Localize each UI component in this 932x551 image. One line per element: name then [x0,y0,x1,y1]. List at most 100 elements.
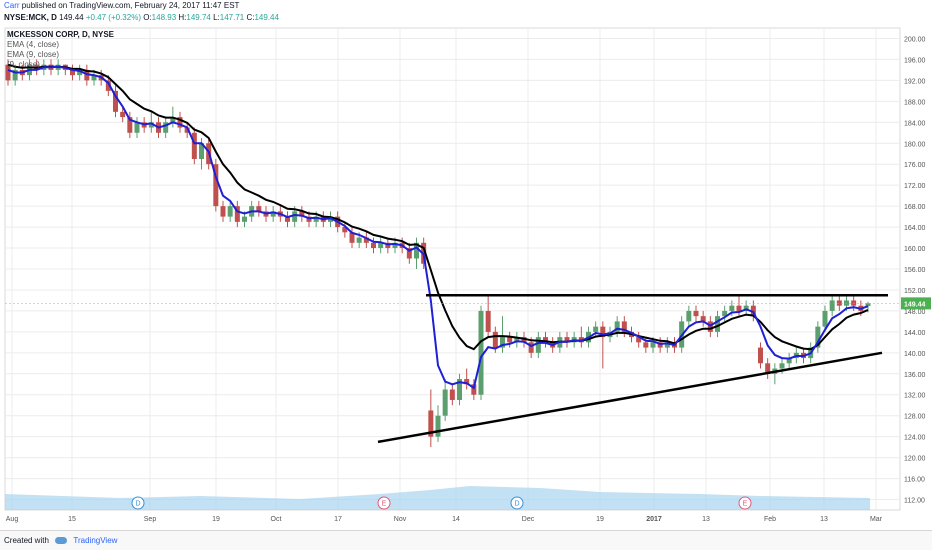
candle-body [242,216,247,222]
x-tick-label: 17 [334,516,342,523]
candle-body [492,331,498,348]
candle-body [650,342,656,348]
candle-body [779,363,785,369]
candle-body [120,111,126,118]
y-tick-label: 148.00 [904,309,926,316]
footer-bar: Created with TradingView [0,530,932,550]
x-tick-label: 19 [212,516,220,523]
candle-body [478,310,484,395]
y-tick-label: 136.00 [904,372,926,379]
x-tick-label: 13 [820,516,828,523]
chart-area[interactable]: 200.00 196.00 192.00 188.00 184.00 180.00 176.… [0,24,932,530]
x-tick-label: Oct [271,516,282,523]
candle-body [822,310,828,327]
x-tick-label: Aug [6,516,19,523]
legend-ema-fast[interactable]: EMA (4, close) [7,40,114,50]
candle-body [535,337,541,353]
ohlc-readout: NYSE:MCK, D 149.44 +0.47 (+0.32%) O:148.… [4,13,279,23]
y-tick-label: 128.00 [904,414,926,421]
close-value: 149.44 [254,13,279,22]
x-tick-label: 14 [452,516,460,523]
tradingview-cloud-icon [55,537,68,545]
candle-body [715,316,720,332]
publish-bar: Carr published on TradingView.com, Febru… [0,0,932,12]
open-value: 148.93 [151,13,177,22]
y-tick-label: 116.00 [904,477,925,484]
high-value: 149.74 [186,13,211,22]
legend-third[interactable]: (9, close) [7,60,114,70]
candle-body [227,206,233,217]
y-tick-label: 172.00 [904,183,926,190]
x-tick-label: Feb [764,516,776,523]
y-tick-label: 188.00 [904,99,926,106]
price-chart[interactable]: 200.00 196.00 192.00 188.00 184.00 180.00 176.… [0,24,932,530]
candle-body [851,300,857,306]
candle [213,158,219,212]
tradingview-brand-link[interactable]: TradingView [73,536,117,545]
y-tick-label: 200.00 [904,36,926,43]
current-price-label: 149.44 [904,301,926,308]
candle-body [758,347,763,364]
x-tick-label: Sep [144,516,157,523]
y-tick-label: 112.00 [904,498,925,505]
published-text: published on TradingView.com, February 2… [21,1,240,10]
x-tick-label: Nov [394,516,407,523]
candle-body [844,300,849,306]
x-tick-label: 15 [68,516,76,523]
dividend-marker-label: D [135,501,140,508]
candle-body [693,310,699,317]
candle-body [220,206,226,217]
earnings-marker-label: E [743,501,748,508]
y-tick-label: 124.00 [904,435,926,442]
y-tick-label: 168.00 [904,204,926,211]
candle-body [643,342,649,348]
symbol-label: NYSE:MCK, D [4,13,57,22]
y-tick-label: 140.00 [904,351,926,358]
candle-body [449,389,455,400]
y-tick-label: 196.00 [904,57,926,64]
dividend-marker-label: D [514,501,519,508]
legend-ema-slow[interactable]: EMA (9, close) [7,50,114,60]
candle-body [435,415,441,437]
x-tick-label: 19 [596,516,604,523]
y-tick-label: 164.00 [904,225,926,232]
candle-body [836,300,842,306]
candle-body [356,237,362,243]
open-label: O: [143,13,152,22]
candle-body [686,310,692,322]
candle-body [485,310,491,332]
candle-body [442,389,448,416]
y-tick-label: 184.00 [904,120,926,127]
candle-body [191,132,197,159]
y-tick-label: 160.00 [904,246,926,253]
candle-body [829,300,835,311]
y-tick-label: 144.00 [904,330,926,337]
candle-body [507,337,513,343]
y-tick-label: 176.00 [904,162,926,169]
candle-body [865,303,871,307]
x-tick-label: Mar [870,516,883,523]
candle-body [134,122,140,133]
low-value: 147.71 [219,13,245,22]
chart-title: MCKESSON CORP, D, NYSE [7,30,114,39]
y-tick-label: 120.00 [904,456,926,463]
x-tick-label: 13 [702,516,710,523]
author-link[interactable]: Carr [4,1,20,10]
candle-body [371,242,376,249]
y-tick-label: 132.00 [904,393,926,400]
y-tick-label: 152.00 [904,288,926,295]
chart-legend: MCKESSON CORP, D, NYSE EMA (4, close) EM… [7,30,114,70]
low-label: L: [213,13,220,22]
x-tick-label: Dec [522,516,535,523]
candle [191,127,197,165]
y-tick-label: 156.00 [904,267,926,274]
created-with-text: Created with [4,536,49,545]
y-tick-label: 180.00 [904,141,926,148]
last-price: 149.44 [59,13,84,22]
candle [478,305,484,400]
candle-body [593,326,599,332]
earnings-marker-label: E [382,501,387,508]
y-tick-label: 192.00 [904,78,926,85]
change-value: +0.47 (+0.32%) [85,13,141,22]
candle-body [736,305,742,311]
